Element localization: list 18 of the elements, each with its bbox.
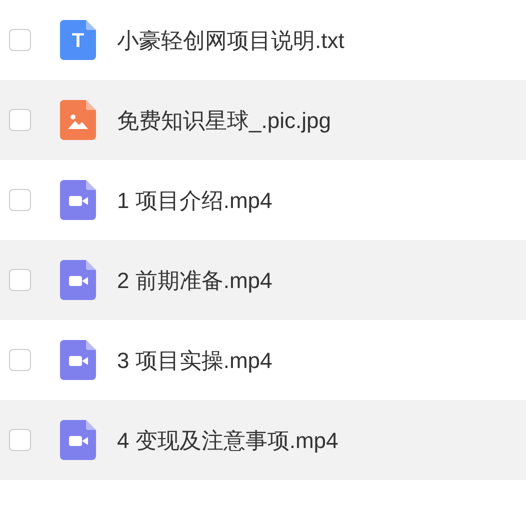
checkbox[interactable] <box>9 269 31 291</box>
checkbox[interactable] <box>9 429 31 451</box>
file-name[interactable]: 3 项目实操.mp4 <box>117 344 272 376</box>
video-file-icon <box>60 260 96 300</box>
checkbox[interactable] <box>9 29 31 51</box>
checkbox[interactable] <box>9 109 31 131</box>
checkbox[interactable] <box>9 189 31 211</box>
video-file-icon <box>60 180 96 220</box>
text-file-icon: T <box>60 20 96 60</box>
video-file-icon <box>60 340 96 380</box>
checkbox[interactable] <box>9 349 31 371</box>
file-name[interactable]: 小豪轻创网项目说明.txt <box>117 24 344 56</box>
file-name[interactable]: 4 变现及注意事项.mp4 <box>117 424 338 456</box>
file-name[interactable]: 1 项目介绍.mp4 <box>117 184 272 216</box>
image-file-icon <box>60 100 96 140</box>
file-name[interactable]: 2 前期准备.mp4 <box>117 264 272 296</box>
video-file-icon <box>60 420 96 460</box>
file-name[interactable]: 免费知识星球_.pic.jpg <box>117 104 331 136</box>
